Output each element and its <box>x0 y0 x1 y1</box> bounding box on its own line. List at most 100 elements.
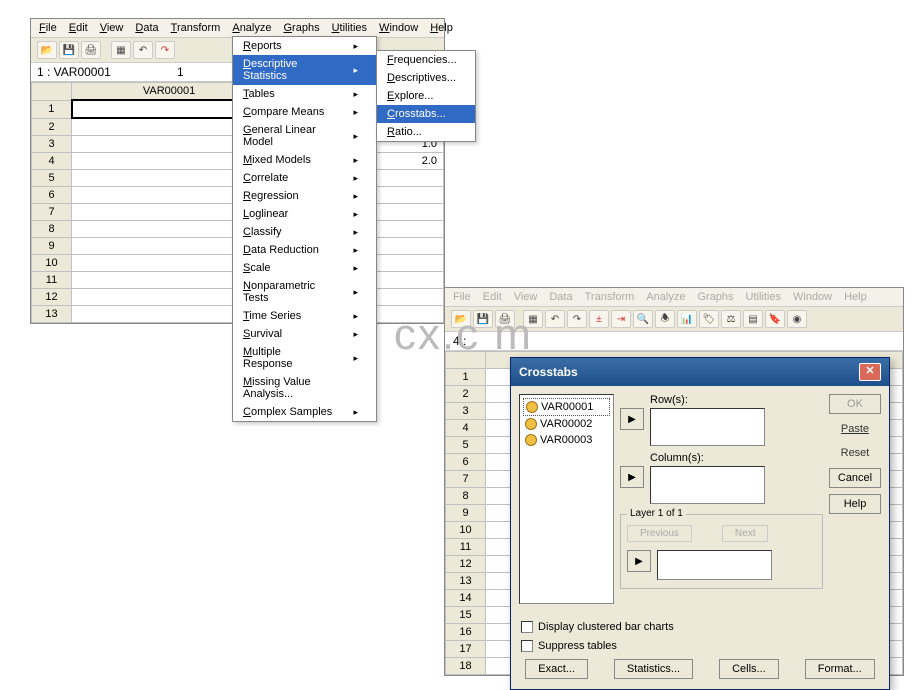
cancel-button[interactable]: Cancel <box>829 468 881 488</box>
dialog-recall-icon-2[interactable]: ▦ <box>523 310 543 328</box>
menu-item[interactable]: Descriptive Statistics▸ <box>233 55 376 85</box>
row-header[interactable]: 9 <box>446 505 486 522</box>
weight-icon[interactable]: ⚖ <box>721 310 741 328</box>
row-header[interactable]: 9 <box>32 238 72 255</box>
row-header[interactable]: 8 <box>32 221 72 238</box>
row-header[interactable]: 3 <box>446 403 486 420</box>
row-header[interactable]: 6 <box>32 187 72 204</box>
display-bar-charts-checkbox[interactable]: Display clustered bar charts <box>521 621 879 633</box>
menu-item[interactable]: Regression▸ <box>233 187 376 205</box>
row-header[interactable]: 13 <box>32 306 72 323</box>
row-header[interactable]: 11 <box>32 272 72 289</box>
dialog-recall-icon[interactable]: ▦ <box>111 41 131 59</box>
exact-button[interactable]: Exact... <box>525 659 588 679</box>
row-header[interactable]: 10 <box>32 255 72 272</box>
undo-icon-2[interactable]: ↶ <box>545 310 565 328</box>
menu-item[interactable]: Nonparametric Tests▸ <box>233 277 376 307</box>
ok-button[interactable]: OK <box>829 394 881 414</box>
menu-item[interactable]: Missing Value Analysis... <box>233 373 376 403</box>
paste-button[interactable]: Paste <box>829 420 881 438</box>
submenu-item[interactable]: Ratio... <box>377 123 475 141</box>
cells-button[interactable]: Cells... <box>719 659 779 679</box>
row-header[interactable]: 16 <box>446 624 486 641</box>
find-icon[interactable]: 🔍 <box>633 310 653 328</box>
save-icon[interactable]: 💾 <box>59 41 79 59</box>
menu-item[interactable]: Scale▸ <box>233 259 376 277</box>
redo-icon[interactable]: ↷ <box>155 41 175 59</box>
row-header[interactable]: 7 <box>446 471 486 488</box>
row-header[interactable]: 5 <box>446 437 486 454</box>
help-button[interactable]: Help <box>829 494 881 514</box>
rows-listbox[interactable] <box>650 408 765 446</box>
row-header[interactable]: 12 <box>32 289 72 306</box>
menu-window[interactable]: Window <box>379 22 418 34</box>
save-icon-2[interactable]: 💾 <box>473 310 493 328</box>
row-header[interactable]: 4 <box>32 153 72 170</box>
row-header[interactable]: 5 <box>32 170 72 187</box>
statistics-button[interactable]: Statistics... <box>614 659 693 679</box>
row-header[interactable]: 12 <box>446 556 486 573</box>
chart-icon[interactable]: 📊 <box>677 310 697 328</box>
menu-item[interactable]: Tables▸ <box>233 85 376 103</box>
variable-list[interactable]: VAR00001 VAR00002 VAR00003 <box>519 394 614 604</box>
menu-item[interactable]: Loglinear▸ <box>233 205 376 223</box>
menu-analyze[interactable]: Analyze <box>232 22 271 34</box>
menu-item[interactable]: General Linear Model▸ <box>233 121 376 151</box>
value-labels-icon[interactable]: 🔖 <box>765 310 785 328</box>
label-icon[interactable]: 🏷 <box>699 310 719 328</box>
dialog-titlebar[interactable]: Crosstabs ✕ <box>511 358 889 386</box>
row-header[interactable]: 7 <box>32 204 72 221</box>
row-header[interactable]: 1 <box>32 100 72 118</box>
row-header[interactable]: 4 <box>446 420 486 437</box>
menu-file[interactable]: File <box>39 22 57 34</box>
redo-icon-2[interactable]: ↷ <box>567 310 587 328</box>
menu-graphs[interactable]: Graphs <box>283 22 319 34</box>
menu-item[interactable]: Data Reduction▸ <box>233 241 376 259</box>
submenu-item[interactable]: Frequencies... <box>377 51 475 69</box>
row-header[interactable]: 2 <box>446 386 486 403</box>
row-header[interactable]: 18 <box>446 658 486 675</box>
menu-item[interactable]: Compare Means▸ <box>233 103 376 121</box>
row-header[interactable]: 15 <box>446 607 486 624</box>
menu-item[interactable]: Multiple Response▸ <box>233 343 376 373</box>
menu-view[interactable]: View <box>100 22 124 34</box>
menu-help[interactable]: Help <box>430 22 453 34</box>
goto-case-icon[interactable]: ⇥ <box>611 310 631 328</box>
row-header[interactable]: 3 <box>32 136 72 153</box>
row-header[interactable]: 17 <box>446 641 486 658</box>
move-to-layer-button[interactable]: ▶ <box>627 550 651 572</box>
submenu-item[interactable]: Crosstabs... <box>377 105 475 123</box>
undo-icon[interactable]: ↶ <box>133 41 153 59</box>
cols-listbox[interactable] <box>650 466 765 504</box>
suppress-tables-checkbox[interactable]: Suppress tables <box>521 640 879 652</box>
move-to-rows-button[interactable]: ▶ <box>620 408 644 430</box>
menu-item[interactable]: Time Series▸ <box>233 307 376 325</box>
menu-item[interactable]: Reports▸ <box>233 37 376 55</box>
row-header[interactable]: 11 <box>446 539 486 556</box>
menu-utilities[interactable]: Utilities <box>332 22 367 34</box>
submenu-item[interactable]: Explore... <box>377 87 475 105</box>
submenu-item[interactable]: Descriptives... <box>377 69 475 87</box>
row-header[interactable]: 14 <box>446 590 486 607</box>
row-header[interactable]: 13 <box>446 573 486 590</box>
menu-data[interactable]: Data <box>135 22 158 34</box>
layer-listbox[interactable] <box>657 550 772 580</box>
menu-item[interactable]: Survival▸ <box>233 325 376 343</box>
menu-edit[interactable]: Edit <box>69 22 88 34</box>
use-sets-icon[interactable]: ◉ <box>787 310 807 328</box>
open-icon-2[interactable]: 📂 <box>451 310 471 328</box>
row-header[interactable]: 8 <box>446 488 486 505</box>
close-icon[interactable]: ✕ <box>859 363 881 381</box>
row-header[interactable]: 2 <box>32 118 72 136</box>
menu-item[interactable]: Correlate▸ <box>233 169 376 187</box>
open-icon[interactable]: 📂 <box>37 41 57 59</box>
row-header[interactable]: 10 <box>446 522 486 539</box>
row-header[interactable]: 1 <box>446 369 486 386</box>
menu-item[interactable]: Classify▸ <box>233 223 376 241</box>
menu-item[interactable]: Mixed Models▸ <box>233 151 376 169</box>
print-icon-2[interactable]: 🖨 <box>495 310 515 328</box>
menu-transform[interactable]: Transform <box>171 22 221 34</box>
format-button[interactable]: Format... <box>805 659 875 679</box>
menu-item[interactable]: Complex Samples▸ <box>233 403 376 421</box>
select-icon[interactable]: ▤ <box>743 310 763 328</box>
